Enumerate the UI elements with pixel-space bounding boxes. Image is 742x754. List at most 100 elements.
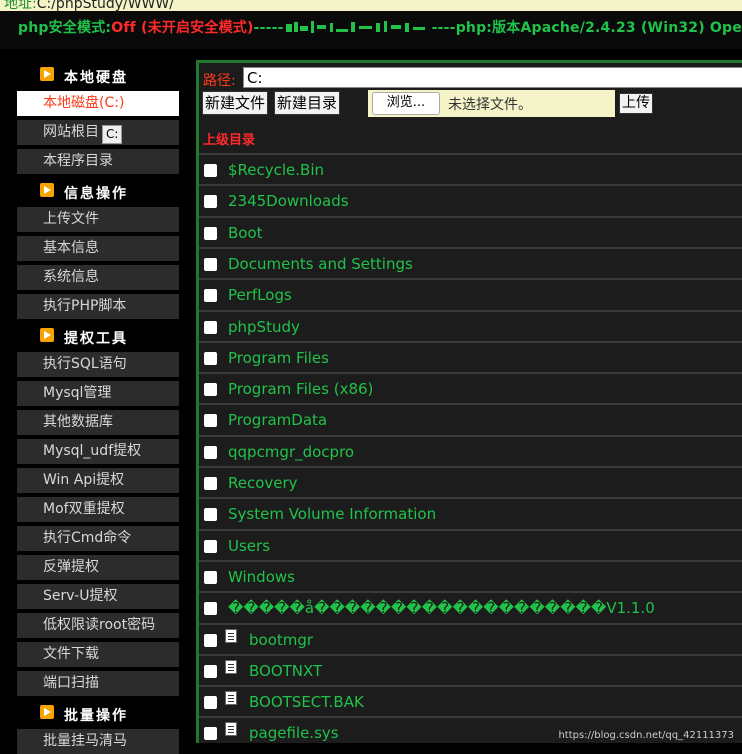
file-icon (225, 629, 237, 643)
menu-item-file-download[interactable]: 文件下载 (17, 642, 179, 667)
folder-name-link[interactable]: phpStudy (228, 318, 300, 336)
address-bar: 地址:C:/phpStudy/WWW/ (0, 0, 742, 11)
path-label: 路径: (203, 73, 236, 89)
path-input[interactable]: C: (243, 67, 742, 88)
menu-item-system-info[interactable]: 系统信息 (17, 265, 179, 290)
menu-item-basic-info[interactable]: 基本信息 (17, 236, 179, 261)
folder-name-link[interactable]: Documents and Settings (228, 255, 413, 273)
section-title: 信息操作 (64, 186, 128, 202)
folder-row: Windows (199, 560, 742, 591)
file-manager-panel: 路径: C: 新建文件 新建目录 浏览... 未选择文件。 上传 上级目录 $R… (196, 60, 742, 743)
row-checkbox[interactable] (204, 446, 217, 459)
play-arrow-icon (40, 183, 54, 197)
row-checkbox[interactable] (204, 602, 217, 615)
new-file-button[interactable]: 新建文件 (202, 91, 269, 115)
row-checkbox[interactable] (204, 634, 217, 647)
menu-item-read-root-pass[interactable]: 低权限读root密码 (17, 613, 179, 638)
folder-name-link[interactable]: qqpcmgr_docpro (228, 443, 354, 461)
row-checkbox[interactable] (204, 164, 217, 177)
watermark: https://blog.csdn.net/qq_42111373 (558, 730, 734, 741)
folder-row: �����å�������������������V1.1.0 (199, 591, 742, 622)
menu-item-batch-trojan[interactable]: 批量挂马清马 (17, 729, 179, 754)
row-checkbox[interactable] (204, 727, 217, 740)
safe-mode-label: php安全模式: (18, 20, 112, 36)
folder-row: Program Files (x86) (199, 372, 742, 403)
folder-name-link[interactable]: ProgramData (228, 411, 327, 429)
no-file-label: 未选择文件。 (448, 97, 532, 113)
row-checkbox[interactable] (204, 289, 217, 302)
row-checkbox[interactable] (204, 665, 217, 678)
menu-item-serv-u[interactable]: Serv-U提权 (17, 584, 179, 609)
menu-item-exec-sql[interactable]: 执行SQL语句 (17, 352, 179, 377)
row-checkbox[interactable] (204, 321, 217, 334)
menu-item-program-dir[interactable]: 本程序目录 (17, 149, 179, 174)
header-text: php安全模式:Off (未开启安全模式)----- ----php:版本Apa… (18, 17, 742, 37)
address-label: 地址: (4, 0, 37, 11)
section-title: 本地硬盘 (64, 70, 128, 86)
row-checkbox[interactable] (204, 508, 217, 521)
row-checkbox[interactable] (204, 383, 217, 396)
row-checkbox[interactable] (204, 477, 217, 490)
file-row: BOOTNXT (199, 654, 742, 685)
menu-item-mysql-manage[interactable]: Mysql管理 (17, 381, 179, 406)
menu-item-local-disk-c[interactable]: 本地磁盘(C:) (17, 91, 179, 116)
row-checkbox[interactable] (204, 571, 217, 584)
folder-row: Recovery (199, 466, 742, 497)
menu-item-mof[interactable]: Mof双重提权 (17, 497, 179, 522)
menu-item-upload-file[interactable]: 上传文件 (17, 207, 179, 232)
folder-name-link[interactable]: Users (228, 537, 270, 555)
row-checkbox[interactable] (204, 258, 217, 271)
file-name-link[interactable]: BOOTSECT.BAK (249, 693, 364, 711)
file-name-link[interactable]: bootmgr (249, 631, 313, 649)
file-name-link[interactable]: BOOTNXT (249, 662, 322, 680)
folder-row: PerfLogs (199, 278, 742, 309)
upload-button[interactable]: 上传 (619, 93, 653, 114)
row-checkbox[interactable] (204, 227, 217, 240)
menu-item-reverse-shell[interactable]: 反弹提权 (17, 555, 179, 580)
folder-row: 2345Downloads (199, 184, 742, 215)
folder-row: Documents and Settings (199, 247, 742, 278)
safe-mode-value: Off (未开启安全模式) (111, 20, 254, 36)
new-dir-button[interactable]: 新建目录 (274, 91, 341, 115)
folder-row: phpStudy (199, 310, 742, 341)
header-dashes-2: ---- (431, 20, 456, 36)
play-arrow-icon (40, 705, 54, 719)
row-checkbox[interactable] (204, 540, 217, 553)
folder-name-link[interactable]: Program Files (x86) (228, 380, 373, 398)
folder-name-link[interactable]: System Volume Information (228, 505, 436, 523)
row-checkbox[interactable] (204, 414, 217, 427)
header-info: php安全模式:Off (未开启安全模式)----- ----php:版本Apa… (0, 11, 742, 49)
menu-item-web-root[interactable]: 网站根目 (17, 120, 179, 145)
folder-name-link[interactable]: Recovery (228, 474, 298, 492)
file-row: BOOTSECT.BAK (199, 685, 742, 716)
browse-button[interactable]: 浏览... (372, 92, 440, 115)
row-checkbox[interactable] (204, 352, 217, 365)
server-version: php:版本Apache/2.4.23 (Win32) Ope (455, 20, 742, 36)
menu-item-exec-php[interactable]: 执行PHP脚本 (17, 294, 179, 319)
row-checkbox[interactable] (204, 195, 217, 208)
menu-item-other-db[interactable]: 其他数据库 (17, 410, 179, 435)
folder-name-link[interactable]: Windows (228, 568, 295, 586)
folder-row: $Recycle.Bin (199, 153, 742, 184)
menu-item-mysql-udf[interactable]: Mysql_udf提权 (17, 439, 179, 464)
file-name-link[interactable]: pagefile.sys (249, 724, 339, 742)
section-privesc-tools: 提权工具 (0, 321, 190, 349)
file-icon (225, 722, 237, 736)
section-local-disk: 本地硬盘 (0, 60, 190, 88)
folder-name-link[interactable]: PerfLogs (228, 286, 292, 304)
parent-dir-link[interactable]: 上级目录 (203, 129, 255, 148)
folder-name-link[interactable]: Program Files (228, 349, 329, 367)
garbled-text-icon (285, 21, 425, 33)
row-checkbox[interactable] (204, 696, 217, 709)
folder-name-link[interactable]: $Recycle.Bin (228, 161, 324, 179)
play-arrow-icon (40, 328, 54, 342)
folder-name-link[interactable]: 2345Downloads (228, 192, 349, 210)
menu-item-exec-cmd[interactable]: 执行Cmd命令 (17, 526, 179, 551)
folder-row: Boot (199, 216, 742, 247)
menu-item-port-scan[interactable]: 端口扫描 (17, 671, 179, 696)
menu-item-win-api[interactable]: Win Api提权 (17, 468, 179, 493)
folder-name-link[interactable]: Boot (228, 224, 263, 242)
folder-name-link[interactable]: �����å�������������������V1.1.0 (228, 599, 655, 617)
folder-row: ProgramData (199, 403, 742, 434)
file-row: bootmgr (199, 623, 742, 654)
